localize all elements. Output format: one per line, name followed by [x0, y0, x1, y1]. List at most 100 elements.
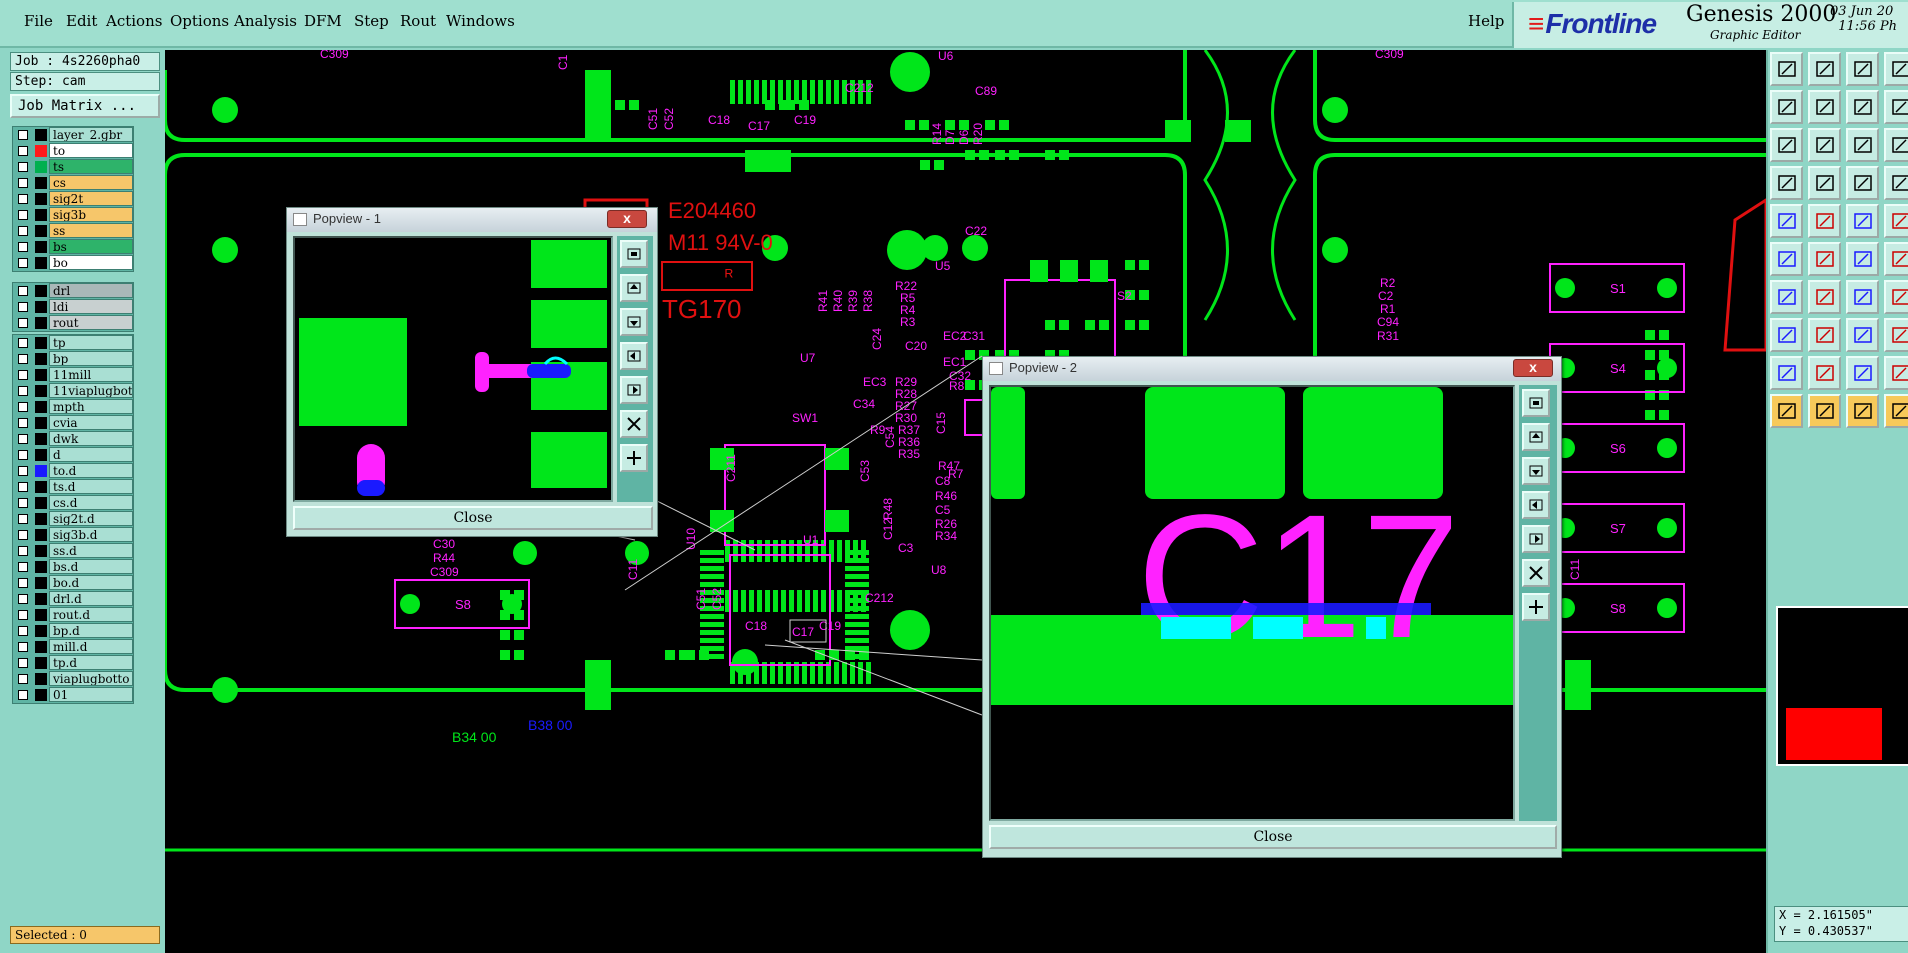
- zoom-out-icon[interactable]: [620, 444, 648, 472]
- layer-name[interactable]: cs: [49, 175, 133, 190]
- layer-color-swatch[interactable]: [35, 193, 47, 205]
- layer-checkbox[interactable]: [18, 402, 28, 412]
- layer-row[interactable]: layer_2.gbr: [13, 127, 133, 143]
- measure-icon[interactable]: [1808, 52, 1841, 86]
- layer-checkbox[interactable]: [18, 674, 28, 684]
- cross-icon[interactable]: [1808, 242, 1841, 276]
- layer-row[interactable]: sig3b.d: [13, 527, 133, 543]
- layer-row[interactable]: bo.d: [13, 575, 133, 591]
- layer-checkbox[interactable]: [18, 226, 28, 236]
- layer-row[interactable]: sig2t.d: [13, 511, 133, 527]
- layer-name[interactable]: bs.d: [49, 559, 133, 574]
- layer-color-swatch[interactable]: [35, 497, 47, 509]
- layer-name[interactable]: sig2t.d: [49, 511, 133, 526]
- angle-icon[interactable]: [1770, 280, 1803, 314]
- layer-color-swatch[interactable]: [35, 225, 47, 237]
- layer-icon[interactable]: [1884, 166, 1908, 200]
- layer-color-swatch[interactable]: [35, 625, 47, 637]
- layer-color-swatch[interactable]: [35, 609, 47, 621]
- pad-icon[interactable]: [1770, 204, 1803, 238]
- line-icon[interactable]: [1808, 204, 1841, 238]
- grid-icon[interactable]: [1884, 128, 1908, 162]
- pan-left-icon[interactable]: [1770, 90, 1803, 124]
- popview-2-view[interactable]: C17: [989, 385, 1515, 821]
- layer-checkbox[interactable]: [18, 194, 28, 204]
- layer-name[interactable]: tp.d: [49, 655, 133, 670]
- layer-row[interactable]: drl.d: [13, 591, 133, 607]
- layer-checkbox[interactable]: [18, 594, 28, 604]
- layer-checkbox[interactable]: [18, 546, 28, 556]
- popview-2-close-button[interactable]: Close: [989, 825, 1557, 849]
- layer-checkbox[interactable]: [18, 162, 28, 172]
- layer-color-swatch[interactable]: [35, 353, 47, 365]
- layer-name[interactable]: ts: [49, 159, 133, 174]
- layer-row[interactable]: bo: [13, 255, 133, 271]
- pan-up-icon[interactable]: [620, 274, 648, 302]
- layer-row[interactable]: ts.d: [13, 479, 133, 495]
- layer-row[interactable]: ss.d: [13, 543, 133, 559]
- layer-checkbox[interactable]: [18, 130, 28, 140]
- popview-2-window[interactable]: Popview - 2 x C17 Close: [982, 356, 1562, 858]
- layer-name[interactable]: 01: [49, 687, 133, 702]
- layer-checkbox[interactable]: [18, 626, 28, 636]
- popview-2-close-icon[interactable]: x: [1513, 359, 1553, 377]
- layer-checkbox[interactable]: [18, 434, 28, 444]
- layer-name[interactable]: to.d: [49, 463, 133, 478]
- link-icon[interactable]: [1846, 242, 1879, 276]
- layer-name[interactable]: drl: [49, 283, 133, 298]
- layer-checkbox[interactable]: [18, 318, 28, 328]
- menu-analysis[interactable]: Analysis: [234, 12, 297, 30]
- layer-checkbox[interactable]: [18, 498, 28, 508]
- layer-color-swatch[interactable]: [35, 285, 47, 297]
- tri-b-icon[interactable]: [1846, 356, 1879, 390]
- layer-row[interactable]: to.d: [13, 463, 133, 479]
- pan-right-icon[interactable]: [1522, 525, 1550, 553]
- layer-checkbox[interactable]: [18, 578, 28, 588]
- pointer-icon[interactable]: [1770, 394, 1803, 428]
- layer-color-swatch[interactable]: [35, 257, 47, 269]
- overview-viewport[interactable]: [1786, 708, 1882, 760]
- layer-row[interactable]: ldi: [13, 299, 133, 315]
- layer-color-swatch[interactable]: [35, 593, 47, 605]
- layer-name[interactable]: cs.d: [49, 495, 133, 510]
- menu-edit[interactable]: Edit: [66, 12, 97, 30]
- pointer-sel-icon[interactable]: [1846, 394, 1879, 428]
- layer-name[interactable]: drl.d: [49, 591, 133, 606]
- layer-row[interactable]: sig2t: [13, 191, 133, 207]
- layer-color-swatch[interactable]: [35, 317, 47, 329]
- menu-windows[interactable]: Windows: [446, 12, 515, 30]
- layer-row[interactable]: 01: [13, 687, 133, 703]
- menu-file[interactable]: File: [24, 12, 53, 30]
- route-icon[interactable]: [1808, 166, 1841, 200]
- popview-1-titlebar[interactable]: Popview - 1: [287, 208, 657, 232]
- popview-2-titlebar[interactable]: Popview - 2: [983, 357, 1561, 381]
- layer-color-swatch[interactable]: [35, 577, 47, 589]
- layer-name[interactable]: bp: [49, 351, 133, 366]
- layer-checkbox[interactable]: [18, 146, 28, 156]
- layer-name[interactable]: mpth: [49, 399, 133, 414]
- layer-checkbox[interactable]: [18, 690, 28, 700]
- layer-color-swatch[interactable]: [35, 465, 47, 477]
- layer-name[interactable]: ss.d: [49, 543, 133, 558]
- menu-actions[interactable]: Actions: [106, 12, 162, 30]
- zoom-fit-icon[interactable]: [620, 240, 648, 268]
- layer-checkbox[interactable]: [18, 466, 28, 476]
- layer-color-swatch[interactable]: [35, 529, 47, 541]
- layer-row[interactable]: cvia: [13, 415, 133, 431]
- frame-icon[interactable]: [1846, 318, 1879, 352]
- layer-color-swatch[interactable]: [35, 385, 47, 397]
- layer-checkbox[interactable]: [18, 258, 28, 268]
- layer-checkbox[interactable]: [18, 302, 28, 312]
- layer-checkbox[interactable]: [18, 242, 28, 252]
- layer-name[interactable]: sig3b: [49, 207, 133, 222]
- layer-checkbox[interactable]: [18, 418, 28, 428]
- layer-row[interactable]: dwk: [13, 431, 133, 447]
- layer-name[interactable]: ts.d: [49, 479, 133, 494]
- menu-options[interactable]: Options: [170, 12, 229, 30]
- layer-color-swatch[interactable]: [35, 337, 47, 349]
- layer-color-swatch[interactable]: [35, 209, 47, 221]
- layer-name[interactable]: tp: [49, 335, 133, 350]
- layer-row[interactable]: bs.d: [13, 559, 133, 575]
- layer-checkbox[interactable]: [18, 514, 28, 524]
- layer-checkbox[interactable]: [18, 562, 28, 572]
